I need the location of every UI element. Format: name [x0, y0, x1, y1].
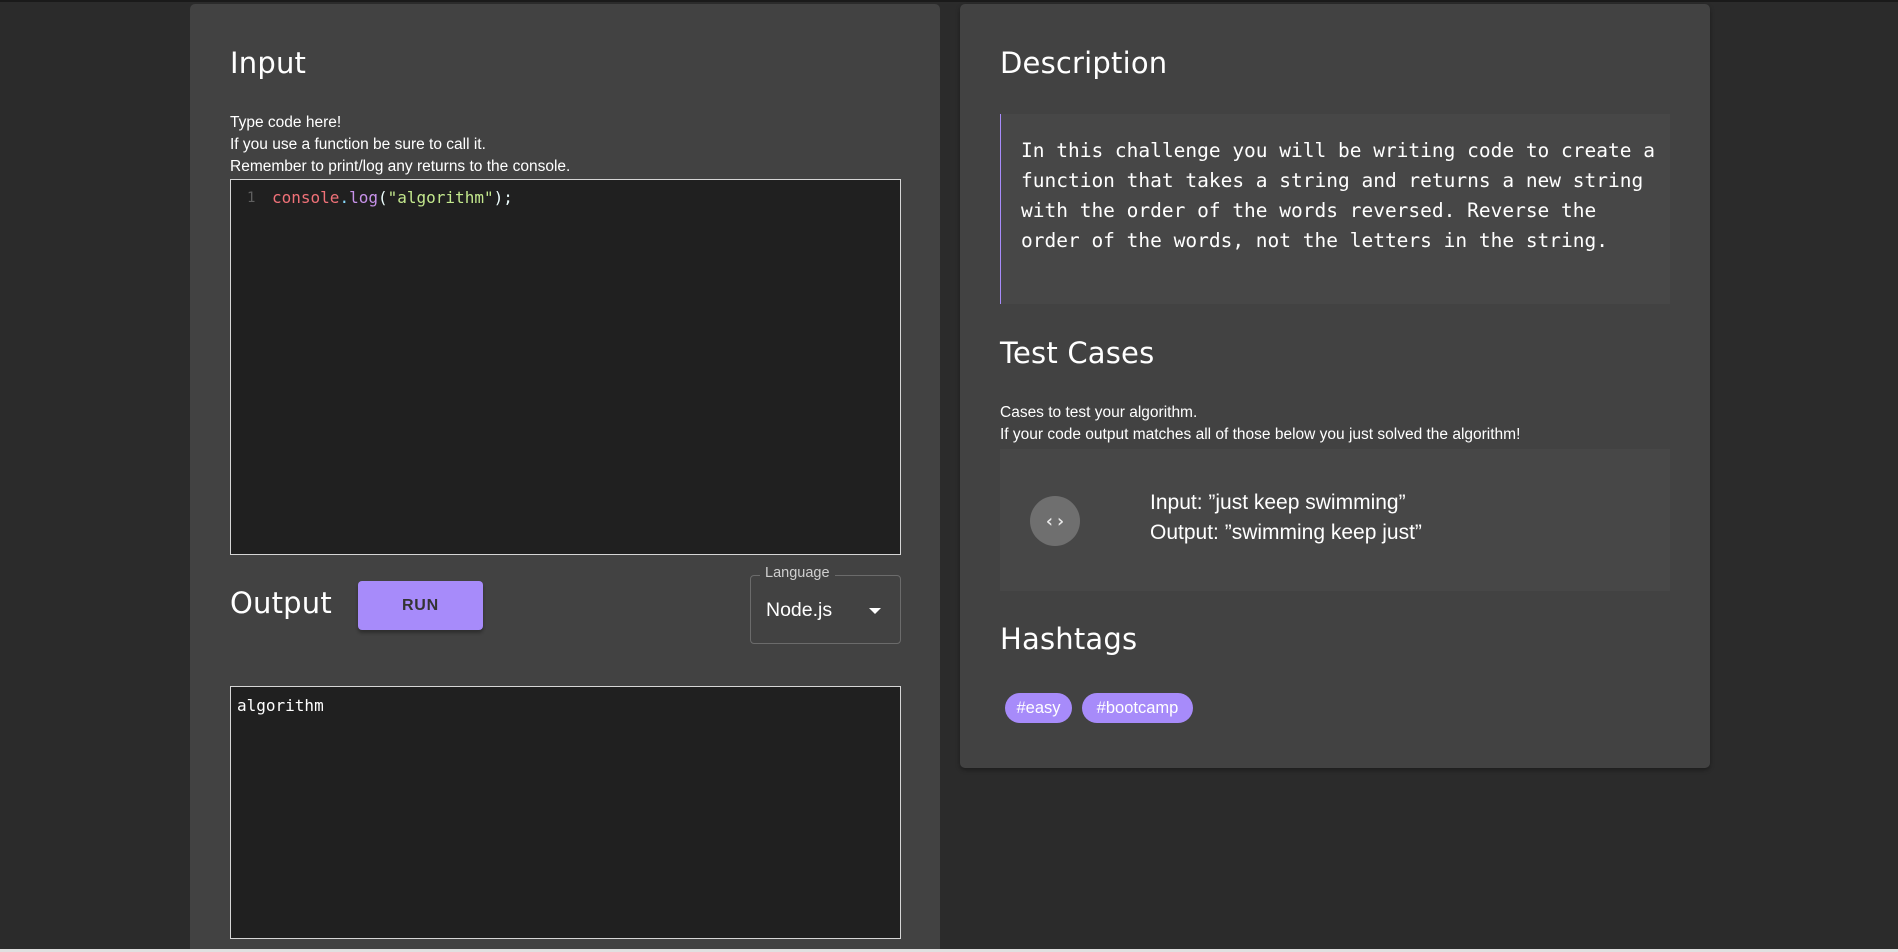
run-button[interactable]: RUN: [358, 581, 483, 630]
input-instructions: Type code here! If you use a function be…: [230, 112, 570, 178]
test-case-card: ‹› Input: ”just keep swimming” Output: ”…: [1000, 449, 1670, 591]
output-text: algorithm: [237, 696, 324, 715]
test-case-input: Input: ”just keep swimming”: [1150, 491, 1406, 514]
hashtags-title: Hashtags: [1000, 622, 1138, 656]
output-title: Output: [230, 586, 332, 620]
chevron-down-icon[interactable]: [869, 608, 881, 614]
description-quote: In this challenge you will be writing co…: [1000, 114, 1670, 304]
input-panel: Input Type code here! If you use a funct…: [190, 4, 940, 949]
test-case-output: Output: ”swimming keep just”: [1150, 521, 1422, 544]
code-editor[interactable]: 1 console.log("algorithm");: [230, 179, 901, 555]
test-cases-intro-line: Cases to test your algorithm.: [1000, 404, 1198, 421]
instruction-line: If you use a function be sure to call it…: [230, 136, 486, 153]
input-title: Input: [230, 46, 307, 80]
test-cases-intro-line: If your code output matches all of those…: [1000, 426, 1521, 443]
line-number: 1: [247, 190, 256, 206]
test-cases-intro: Cases to test your algorithm. If your co…: [1000, 402, 1520, 446]
hashtag-chip-bootcamp[interactable]: #bootcamp: [1082, 693, 1193, 723]
instruction-line: Remember to print/log any returns to the…: [230, 158, 571, 175]
details-panel: Description In this challenge you will b…: [960, 4, 1710, 768]
code-token-open-paren: (: [377, 188, 388, 207]
instruction-line: Type code here!: [230, 114, 342, 131]
language-label: Language: [760, 565, 835, 581]
code-line[interactable]: console.log("algorithm");: [272, 188, 513, 207]
code-token-object: console: [272, 188, 340, 207]
code-token-dot: .: [339, 188, 350, 207]
test-cases-title: Test Cases: [1000, 336, 1155, 370]
code-token-method: log: [349, 188, 378, 207]
code-token-string: "algorithm": [387, 188, 494, 207]
hashtag-chip-easy[interactable]: #easy: [1005, 693, 1072, 723]
window-top-edge: [0, 0, 1898, 2]
language-selected-value[interactable]: Node.js: [766, 599, 832, 622]
code-token-close: );: [493, 188, 513, 207]
output-console: algorithm: [230, 686, 901, 939]
description-title: Description: [1000, 46, 1168, 80]
code-icon: ‹›: [1030, 496, 1080, 546]
description-text: In this challenge you will be writing co…: [1021, 139, 1655, 252]
